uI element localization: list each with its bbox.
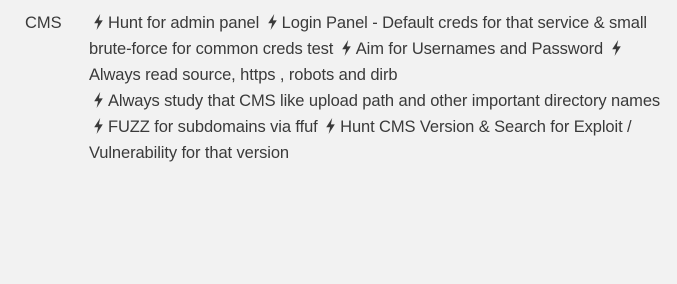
cms-definition-row: CMS Hunt for admin panel Login Panel - D…: [0, 0, 677, 284]
term-description: Hunt for admin panel Login Panel - Defau…: [89, 10, 664, 166]
list-item: Always study that CMS like upload path a…: [108, 92, 661, 110]
list-item: Always read source, https , robots and d…: [89, 66, 398, 84]
lightning-bolt-icon: [325, 118, 336, 134]
lightning-bolt-icon: [341, 40, 352, 56]
list-item: Aim for Usernames and Password: [355, 40, 604, 58]
lightning-bolt-icon: [267, 14, 278, 30]
term-label: CMS: [25, 14, 62, 32]
description-paragraph: FUZZ for subdomains via ffuf Hunt CMS Ve…: [89, 114, 664, 166]
lightning-bolt-icon: [93, 118, 104, 134]
description-paragraph: Always study that CMS like upload path a…: [89, 88, 664, 114]
list-item: FUZZ for subdomains via ffuf: [108, 118, 318, 136]
list-item: Hunt for admin panel: [108, 14, 260, 32]
lightning-bolt-icon: [93, 92, 104, 108]
lightning-bolt-icon: [611, 40, 622, 56]
lightning-bolt-icon: [93, 14, 104, 30]
description-paragraph: Hunt for admin panel Login Panel - Defau…: [89, 10, 664, 88]
